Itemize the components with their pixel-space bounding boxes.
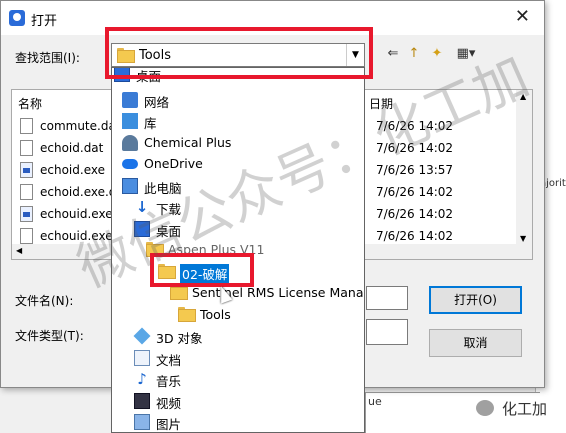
file-icon [20,118,33,134]
dropdown-item-label: 3D 对象 [156,331,203,346]
music-icon: ♪ [137,370,147,388]
scroll-down-icon[interactable]: ▼ [520,234,526,243]
file-name: echouid.exe [40,207,113,221]
dropdown-item-label: 桌面 [156,224,182,239]
file-date: 7/6/26 13:57 [376,163,454,177]
file-icon [20,140,33,156]
documents-icon [134,350,150,366]
brand-text: 化工加 [502,400,548,418]
view-menu-icon[interactable]: ▦▾ [451,45,481,63]
file-date: 7/6/26 14:02 [376,119,454,133]
file-name: echoid.exe.d [40,185,117,199]
wechat-logo-icon [476,400,494,416]
dropdown-item-label: OneDrive [144,156,203,171]
folder-icon [170,285,188,301]
dropdown-item-label: 网络 [144,95,170,110]
scroll-left-icon[interactable]: ◀ [16,246,22,255]
open-button[interactable]: 打开(O) [429,286,522,314]
this-pc-icon [122,178,138,194]
look-in-label: 查找范围(I): [15,51,80,65]
network-icon [122,92,138,108]
pictures-icon [134,414,150,430]
app-icon [9,10,25,26]
filetype-label: 文件类型(T): [15,329,84,343]
vertical-scrollbar[interactable]: ▲ ▼ [516,90,532,259]
look-in-dropdown-list[interactable]: 桌面 网络 库 Chemical Plus OneDrive 此电脑 ↓ 下载 … [111,67,365,433]
file-name: echoid.dat [40,141,104,155]
highlight-lookin-box [105,27,373,79]
dropdown-item-label: 下载 [156,202,182,217]
up-folder-icon[interactable]: ↑ [405,45,423,63]
dialog-title: 打开 [31,14,58,29]
video-icon [134,393,150,409]
file-icon [20,184,33,200]
exe-icon [20,206,33,222]
close-icon[interactable]: ✕ [515,6,530,27]
file-icon [20,228,33,244]
folder-icon [178,307,196,323]
column-header-date[interactable]: 日期 [369,95,393,112]
dropdown-item-label: 文档 [156,353,182,368]
dropdown-item-label: 库 [144,116,157,131]
filename-label: 文件名(N): [15,294,74,308]
file-name: echouid.exe [40,229,113,243]
filename-input[interactable] [366,286,408,310]
cancel-button[interactable]: 取消 [429,329,522,357]
column-header-name[interactable]: 名称 [18,95,42,112]
file-date: 7/6/26 14:02 [376,229,454,243]
desktop-icon [134,221,150,237]
filetype-select[interactable] [366,319,408,345]
dropdown-item-label: Chemical Plus [144,135,232,150]
back-icon[interactable]: ⇐ [384,45,402,63]
file-date: 7/6/26 14:02 [376,141,454,155]
user-icon [122,135,138,151]
dropdown-item-label: Tools [200,307,231,322]
dropdown-item-label: 此电脑 [144,181,182,196]
dropdown-item-label: 视频 [156,396,182,411]
scroll-up-icon[interactable]: ▲ [520,92,526,101]
3d-objects-icon [133,327,151,345]
highlight-crack-folder-box [150,253,254,287]
file-date: 7/6/26 14:02 [376,185,454,199]
onedrive-icon [122,159,138,169]
dropdown-item-label: 图片 [156,417,182,432]
file-name: echoid.exe [40,163,105,177]
file-date: 7/6/26 14:02 [376,207,454,221]
new-folder-icon[interactable]: ✦ [428,45,446,63]
exe-icon [20,162,33,178]
file-name: commute.da [40,119,116,133]
background-bottom-text: ue [368,395,382,408]
library-icon [122,113,138,129]
download-icon: ↓ [135,198,149,216]
dropdown-item-label: 音乐 [156,374,182,389]
